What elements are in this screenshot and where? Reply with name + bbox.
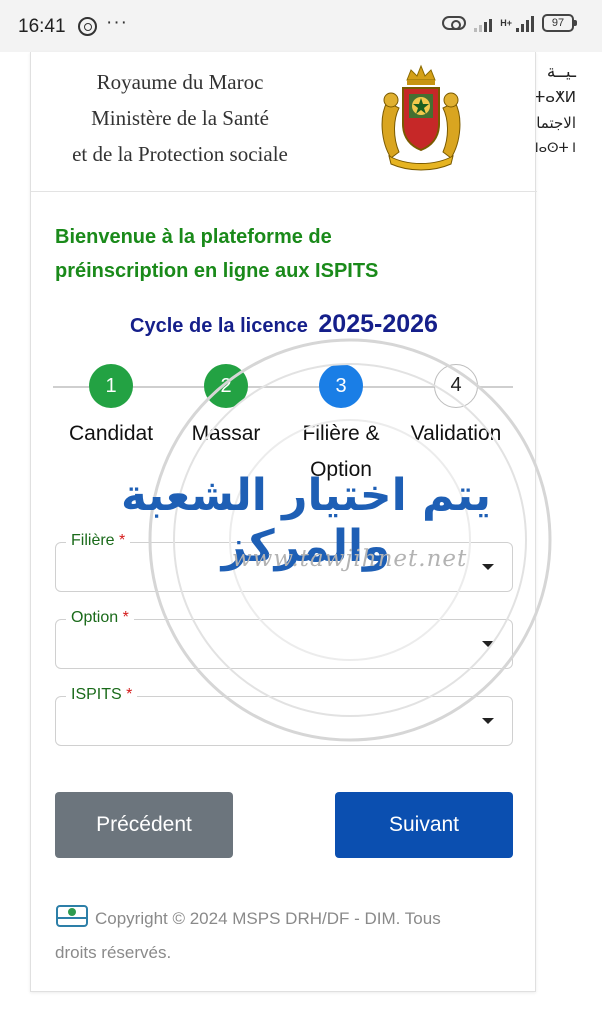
welcome-message: Bienvenue à la plateforme de préinscript…: [55, 220, 515, 288]
arabic-line-1: ـيــة: [546, 62, 576, 81]
network-type: H+: [500, 17, 512, 28]
ministry-header: Royaume du Maroc Ministère de la Santé e…: [31, 52, 537, 192]
ministry-name: Royaume du Maroc Ministère de la Santé e…: [45, 64, 315, 172]
ministry-line-3: et de la Protection sociale: [72, 142, 288, 166]
ispits-select[interactable]: ISPITS *: [55, 686, 513, 746]
ministry-line-1: Royaume du Maroc: [96, 70, 264, 94]
signal-icon-1: [474, 14, 493, 32]
step-candidat: 1 Candidat: [49, 364, 173, 452]
copyright-line-1: Copyright © 2024 MSPS DRH/DF - DIM. Tous: [95, 909, 441, 928]
step-4-label: Validation: [410, 422, 502, 445]
battery-icon: 97: [542, 14, 577, 32]
watermark-url: www.tawjihnet.net: [232, 546, 468, 572]
signal-icon-2: [516, 14, 534, 32]
step-3-circle: 3: [319, 364, 363, 408]
ministry-mini-logo-icon: [56, 905, 88, 927]
step-2-label: Massar: [191, 422, 261, 445]
cycle-year: 2025-2026: [318, 310, 438, 338]
hotspot-icon: [442, 16, 467, 30]
option-label: Option *: [66, 609, 134, 627]
welcome-line-2: préinscription en ligne aux ISPITS: [55, 260, 379, 282]
option-select[interactable]: Option *: [55, 609, 513, 669]
step-massar: 2 Massar: [164, 364, 288, 452]
whatsapp-icon: [78, 17, 97, 36]
cycle-title: Cycle de la licence 2025-2026: [31, 310, 537, 339]
tifinagh-line-1: ⵜⴰⵅⵍ: [533, 89, 576, 106]
step-2-circle: 2: [204, 364, 248, 408]
chevron-down-icon: [482, 641, 494, 647]
cycle-label: Cycle de la licence: [130, 315, 308, 337]
step-4-circle: 4: [434, 364, 478, 408]
ministry-line-2: Ministère de la Santé: [91, 106, 269, 130]
previous-button[interactable]: Précédent: [55, 792, 233, 858]
copyright-line-2: droits réservés.: [55, 943, 172, 962]
welcome-line-1: Bienvenue à la plateforme de: [55, 226, 332, 248]
step-1-label: Candidat: [68, 422, 154, 445]
next-button[interactable]: Suivant: [335, 792, 513, 858]
more-notifications-icon: ···: [106, 12, 128, 33]
chevron-down-icon: [482, 718, 494, 724]
step-1-circle: 1: [89, 364, 133, 408]
status-bar: 16:41 ··· H+ 97: [0, 0, 602, 52]
ispits-label: ISPITS *: [66, 686, 138, 704]
morocco-coat-of-arms-logo: [381, 64, 461, 171]
footer: Copyright © 2024 MSPS DRH/DF - DIM. Tous…: [55, 902, 505, 970]
step-validation: 4 Validation: [394, 364, 518, 452]
status-time: 16:41: [18, 16, 66, 37]
status-icons: H+ 97: [442, 14, 577, 32]
progress-stepper: 1 Candidat 2 Massar 3 Filière & Option 4…: [31, 364, 537, 484]
